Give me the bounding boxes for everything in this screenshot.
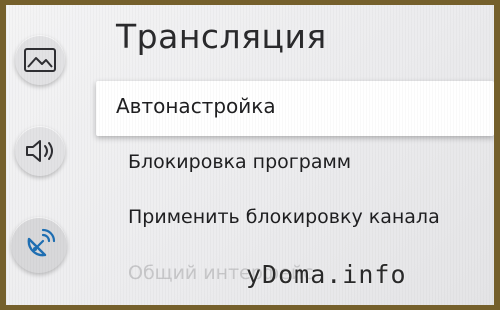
menu-item-label: Блокировка программ [128, 151, 352, 173]
photo-frame: Трансляция Автонастройка Блокировка прог… [0, 0, 500, 310]
sidebar-item-sound[interactable] [15, 126, 65, 176]
tv-settings-screen: Трансляция Автонастройка Блокировка прог… [6, 5, 494, 305]
menu-item-program-lock[interactable]: Блокировка программ [96, 145, 494, 185]
broadcast-icon [20, 226, 58, 264]
picture-icon [23, 46, 57, 74]
menu-item-label: Применить блокировку канала [128, 206, 440, 228]
sound-icon [23, 136, 57, 166]
menu-item-label: Автонастройка [116, 94, 276, 118]
menu-item-apply-channel-lock[interactable]: Применить блокировку канала [96, 201, 494, 241]
sidebar-item-picture[interactable] [15, 35, 65, 85]
watermark: yDoma.info [246, 260, 407, 289]
page-title: Трансляция [116, 17, 327, 56]
sidebar-item-broadcast[interactable] [11, 217, 67, 273]
menu-item-autotuning[interactable]: Автонастройка [96, 81, 494, 136]
